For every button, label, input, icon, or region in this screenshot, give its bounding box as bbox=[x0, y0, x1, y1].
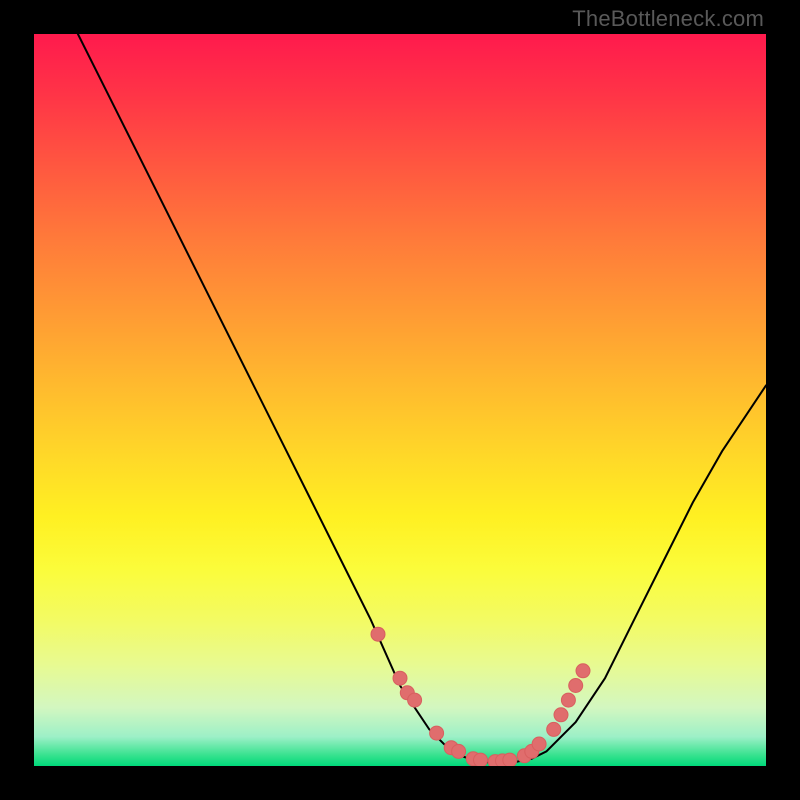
watermark-text: TheBottleneck.com bbox=[572, 6, 764, 32]
highlight-dots bbox=[371, 627, 590, 766]
dot bbox=[430, 726, 444, 740]
dot bbox=[547, 722, 561, 736]
dot bbox=[371, 627, 385, 641]
dot bbox=[576, 664, 590, 678]
dots-layer bbox=[34, 34, 766, 766]
dot bbox=[393, 671, 407, 685]
dot bbox=[503, 753, 517, 766]
dot bbox=[554, 708, 568, 722]
plot-area bbox=[34, 34, 766, 766]
dot bbox=[569, 679, 583, 693]
dot bbox=[452, 744, 466, 758]
dot bbox=[532, 737, 546, 751]
dot bbox=[408, 693, 422, 707]
dot bbox=[474, 753, 488, 766]
chart-frame: TheBottleneck.com bbox=[0, 0, 800, 800]
dot bbox=[561, 693, 575, 707]
